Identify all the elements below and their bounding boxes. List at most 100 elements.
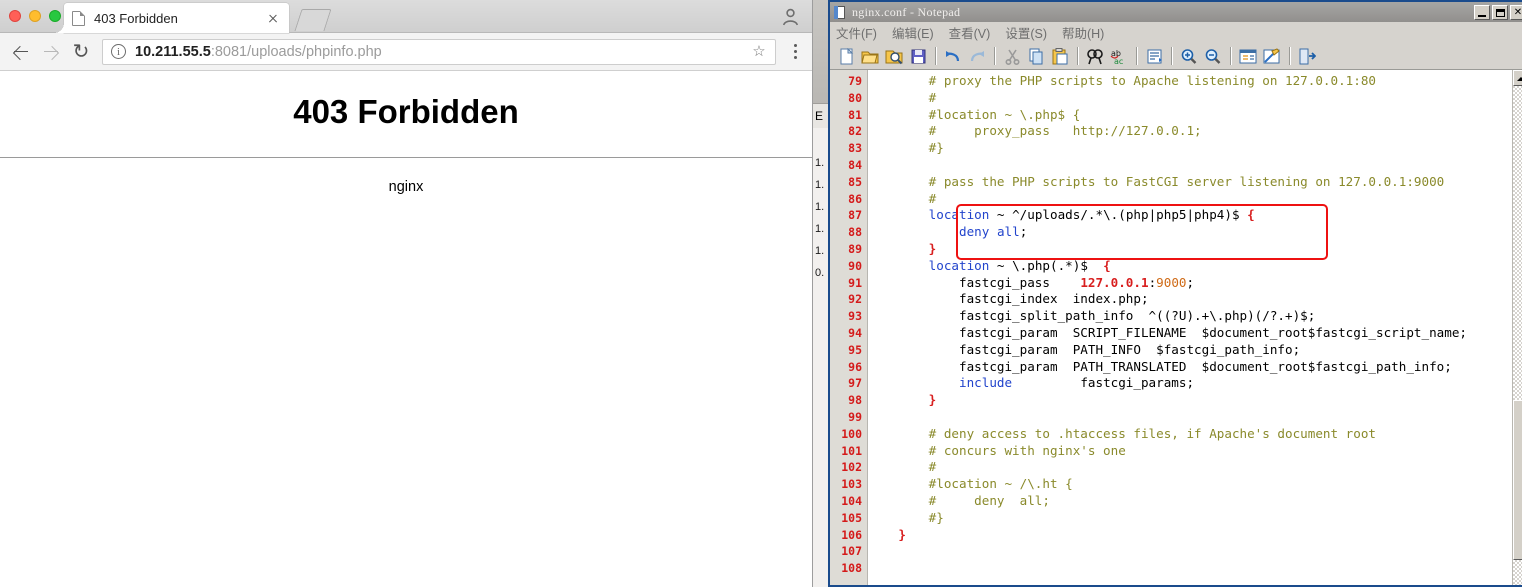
toolbar-separator (1077, 47, 1078, 65)
close-button[interactable]: ✕ (1510, 4, 1522, 20)
line-number: 102 (841, 460, 862, 475)
code-line[interactable]: #} (868, 510, 1512, 527)
editor-body: 79 80 81 82 83 84 85 86 87 88 89 90 91 92 93 94 95 96 97 98… (830, 70, 1522, 585)
code-line[interactable] (868, 157, 1512, 174)
browser-preview-icon[interactable] (1237, 45, 1259, 67)
maximize-window-button[interactable] (49, 10, 61, 22)
line-number: 80 (848, 90, 862, 105)
cut-icon[interactable] (1001, 45, 1023, 67)
bookmark-star-icon[interactable]: ☆ (751, 43, 767, 60)
copy-icon[interactable] (1025, 45, 1047, 67)
save-icon[interactable] (907, 45, 929, 67)
code-line[interactable]: #location ~ /\.ht { (868, 476, 1512, 493)
line-number: 79 (848, 74, 862, 88)
url-text: 10.211.55.5:8081/uploads/phpinfo.php (135, 44, 751, 60)
page-icon (72, 10, 85, 26)
forward-arrow-icon[interactable] (36, 37, 66, 67)
menu-item-edit[interactable]: 编辑(E) (892, 23, 934, 42)
back-arrow-icon[interactable] (6, 37, 36, 67)
line-number: 95 (848, 342, 862, 357)
code-line[interactable] (868, 409, 1512, 426)
scrollbar-thumb[interactable] (1513, 400, 1522, 560)
maximize-button[interactable] (1492, 4, 1508, 20)
search-input[interactable]: i 10.211.55.5:8081/uploads/phpinfo.php ☆ (102, 38, 776, 65)
code-line[interactable]: fastcgi_param SCRIPT_FILENAME $document_… (868, 325, 1512, 342)
line-number: 86 (848, 191, 862, 206)
code-line[interactable]: location ~ \.php(.*)$ { (868, 258, 1512, 275)
undo-icon[interactable] (942, 45, 964, 67)
line-number: 81 (848, 107, 862, 122)
minimize-button[interactable] (1474, 4, 1490, 20)
paste-icon[interactable] (1049, 45, 1071, 67)
code-line[interactable]: location ~ ^/uploads/.*\.(php|php5|php4)… (868, 207, 1512, 224)
menu-item-help[interactable]: 帮助(H) (1062, 23, 1104, 42)
code-line[interactable]: } (868, 392, 1512, 409)
code-line[interactable]: fastcgi_pass 127.0.0.1:9000; (868, 275, 1512, 292)
menu-item-file[interactable]: 文件(F) (836, 23, 877, 42)
close-window-button[interactable] (9, 10, 21, 22)
spellcheck-icon[interactable]: ab ac (1108, 45, 1130, 67)
code-line[interactable]: # deny access to .htaccess files, if Apa… (868, 426, 1512, 443)
new-tab-icon[interactable] (294, 9, 332, 31)
zoom-in-icon[interactable] (1178, 45, 1200, 67)
page-info-icon[interactable]: i (111, 44, 126, 59)
toolbar-separator (1230, 47, 1231, 65)
url-host: 10.211.55.5 (135, 43, 211, 60)
menu-item-view[interactable]: 查看(V) (949, 23, 991, 42)
background-fragment: 1. (815, 201, 825, 213)
wordwrap-icon[interactable] (1143, 45, 1165, 67)
code-line[interactable]: # (868, 90, 1512, 107)
toolbar-separator (994, 47, 995, 65)
minimize-window-button[interactable] (29, 10, 41, 22)
zoom-out-icon[interactable] (1202, 45, 1224, 67)
toolbar-separator (1171, 47, 1172, 65)
background-fragment: E (813, 104, 828, 128)
code-line[interactable] (868, 543, 1512, 560)
browser-tabstrip: 403 Forbidden (0, 0, 812, 33)
browser-tab[interactable]: 403 Forbidden (54, 3, 289, 33)
code-line[interactable]: #} (868, 140, 1512, 157)
code-line[interactable]: } (868, 527, 1512, 544)
line-number: 84 (848, 157, 862, 172)
line-number: 98 (848, 393, 862, 408)
code-line[interactable]: #location ~ \.php$ { (868, 107, 1512, 124)
close-icon[interactable] (265, 10, 281, 26)
code-line[interactable]: # pass the PHP scripts to FastCGI server… (868, 174, 1512, 191)
code-line[interactable]: # proxy the PHP scripts to Apache listen… (868, 73, 1512, 90)
find-icon[interactable] (1084, 45, 1106, 67)
code-line[interactable]: # proxy_pass http://127.0.0.1; (868, 123, 1512, 140)
code-line[interactable]: fastcgi_split_path_info ^((?U).+\.php)(/… (868, 308, 1512, 325)
line-number: 106 (841, 527, 862, 542)
code-line[interactable]: include fastcgi_params; (868, 375, 1512, 392)
code-line[interactable]: fastcgi_index index.php; (868, 291, 1512, 308)
code-line[interactable]: fastcgi_param PATH_TRANSLATED $document_… (868, 359, 1512, 376)
new-file-icon[interactable] (835, 45, 857, 67)
line-number: 100 (841, 426, 862, 441)
code-line[interactable]: deny all; (868, 224, 1512, 241)
code-line[interactable]: # deny all; (868, 493, 1512, 510)
code-line[interactable]: # concurs with nginx's one (868, 443, 1512, 460)
edit-design-icon[interactable] (1261, 45, 1283, 67)
exit-icon[interactable] (1296, 45, 1318, 67)
notepad-titlebar[interactable]: nginx.conf - Notepad ✕ (830, 2, 1522, 22)
redo-icon[interactable] (966, 45, 988, 67)
line-number: 87 (848, 208, 862, 223)
background-window-sliver[interactable]: E 1. 1. 1. 1. 1. 0. (812, 0, 828, 587)
code-line[interactable]: # (868, 459, 1512, 476)
preview-icon[interactable] (883, 45, 905, 67)
divider (0, 157, 812, 158)
code-line[interactable]: } (868, 241, 1512, 258)
reload-icon[interactable]: ↻ (66, 37, 96, 67)
code-editor[interactable]: # proxy the PHP scripts to Apache listen… (868, 70, 1512, 585)
toolbar-separator (1289, 47, 1290, 65)
chrome-menu-icon[interactable] (784, 39, 806, 65)
code-line[interactable] (868, 560, 1512, 577)
code-line[interactable]: # (868, 191, 1512, 208)
scroll-up-button[interactable] (1513, 70, 1522, 86)
vertical-scrollbar[interactable] (1512, 70, 1522, 585)
menu-item-settings[interactable]: 设置(S) (1005, 23, 1047, 42)
code-line[interactable]: fastcgi_param PATH_INFO $fastcgi_path_in… (868, 342, 1512, 359)
line-number: 101 (841, 443, 862, 458)
open-file-icon[interactable] (859, 45, 881, 67)
profile-avatar-icon[interactable] (781, 7, 800, 26)
